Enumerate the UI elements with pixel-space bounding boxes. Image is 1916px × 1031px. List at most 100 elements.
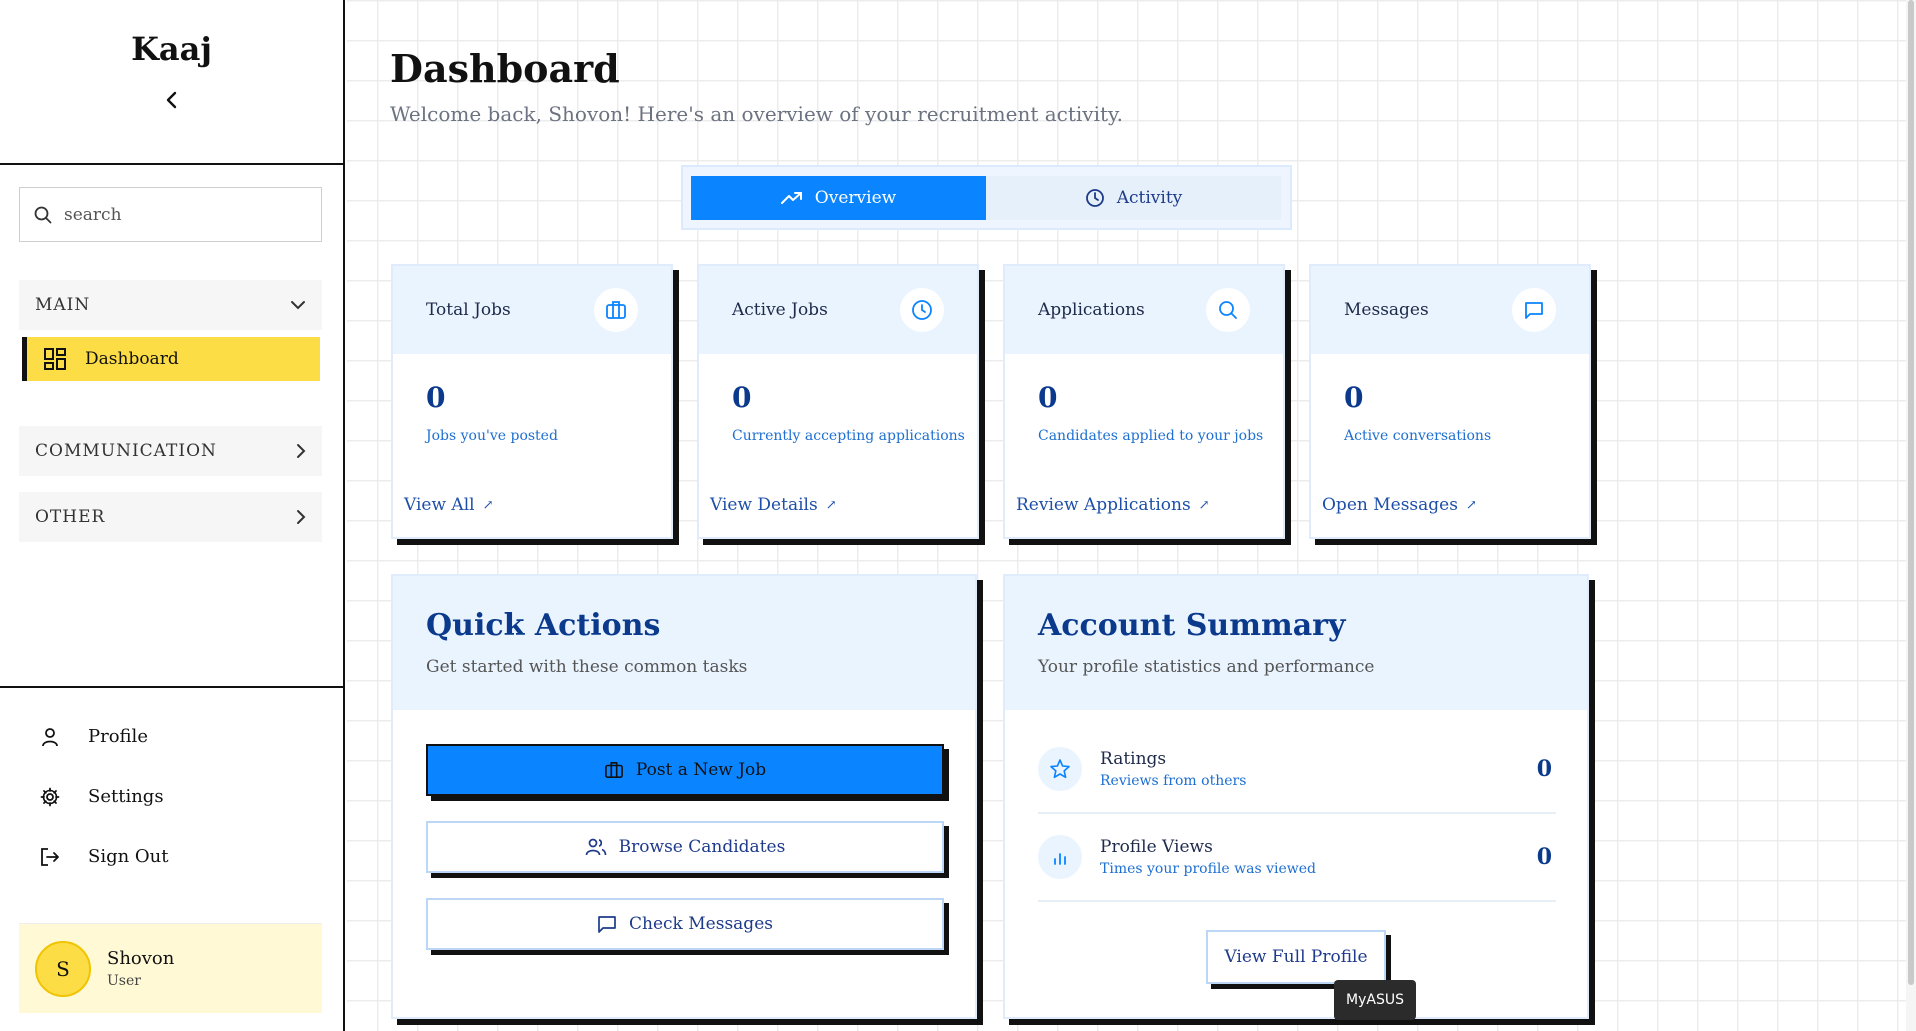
browse-candidates-button[interactable]: Browse Candidates bbox=[426, 821, 944, 873]
arrow-up-right-icon: ↗ bbox=[825, 497, 837, 513]
sidebar-item-sign-out-label: Sign Out bbox=[88, 846, 169, 867]
message-icon bbox=[598, 916, 616, 933]
tab-activity[interactable]: Activity bbox=[986, 176, 1281, 220]
summary-row-description: Reviews from others bbox=[1100, 773, 1247, 789]
stat-link-label: View All bbox=[404, 495, 475, 515]
summary-row-title: Ratings bbox=[1100, 749, 1167, 769]
bar-chart-icon bbox=[1054, 853, 1066, 865]
user-card[interactable]: S Shovon User bbox=[19, 923, 322, 1013]
briefcase-icon bbox=[606, 301, 626, 319]
stat-label: Active Jobs bbox=[732, 300, 828, 320]
system-tooltip: MyASUS bbox=[1334, 980, 1416, 1020]
summary-row-value: 0 bbox=[1536, 756, 1552, 782]
section-main[interactable]: MAIN bbox=[19, 280, 322, 330]
gear-icon bbox=[40, 787, 60, 806]
view-tabs: Overview Activity bbox=[681, 165, 1292, 230]
collapse-sidebar-button[interactable] bbox=[158, 86, 186, 114]
trending-up-icon bbox=[780, 192, 802, 204]
section-communication[interactable]: COMMUNICATION bbox=[19, 426, 322, 476]
chevron-right-icon bbox=[297, 444, 306, 458]
stat-value: 0 bbox=[732, 381, 752, 414]
stat-card-messages: Messages 0 Active conversations Open Mes… bbox=[1309, 264, 1591, 539]
stat-card-applications: Applications 0 Candidates applied to you… bbox=[1003, 264, 1285, 539]
summary-row-profile-views: Profile Views Times your profile was vie… bbox=[1038, 814, 1556, 902]
briefcase-icon bbox=[604, 761, 623, 779]
section-main-label: MAIN bbox=[35, 295, 91, 315]
message-icon bbox=[1525, 302, 1543, 319]
section-other[interactable]: OTHER bbox=[19, 492, 322, 542]
account-summary-title: Account Summary bbox=[1038, 608, 1346, 643]
view-full-profile-button[interactable]: View Full Profile bbox=[1206, 930, 1386, 984]
summary-row-title: Profile Views bbox=[1100, 837, 1213, 857]
summary-row-value: 0 bbox=[1536, 844, 1552, 870]
stat-description: Currently accepting applications bbox=[732, 428, 965, 444]
search-icon bbox=[34, 206, 52, 223]
brand-logo: Kaaj bbox=[131, 30, 212, 68]
sidebar-item-dashboard[interactable]: Dashboard bbox=[22, 337, 320, 381]
account-summary-subtitle: Your profile statistics and performance bbox=[1038, 657, 1375, 677]
quick-actions-panel: Quick Actions Get started with these com… bbox=[391, 574, 977, 1019]
avatar: S bbox=[35, 940, 91, 997]
stat-label: Messages bbox=[1344, 300, 1429, 320]
sidebar-item-profile-label: Profile bbox=[88, 726, 148, 747]
sidebar-item-settings[interactable]: Settings bbox=[40, 786, 164, 807]
sidebar-item-sign-out[interactable]: Sign Out bbox=[40, 846, 169, 867]
user-name: Shovon bbox=[107, 948, 175, 969]
page-title: Dashboard bbox=[390, 46, 620, 91]
stat-value: 0 bbox=[1344, 381, 1364, 414]
section-other-label: OTHER bbox=[35, 507, 106, 527]
stat-label: Total Jobs bbox=[426, 300, 511, 320]
tab-overview[interactable]: Overview bbox=[691, 176, 986, 220]
clock-icon bbox=[1085, 189, 1104, 207]
post-new-job-label: Post a New Job bbox=[635, 760, 767, 780]
open-messages-link[interactable]: Open Messages ↗ bbox=[1322, 495, 1477, 515]
stat-link-label: View Details bbox=[710, 495, 818, 515]
scrollbar-thumb[interactable] bbox=[1908, 0, 1914, 985]
scrollbar[interactable] bbox=[1906, 0, 1916, 1031]
summary-row-ratings: Ratings Reviews from others 0 bbox=[1038, 726, 1556, 814]
user-role: User bbox=[107, 973, 141, 989]
view-details-link[interactable]: View Details ↗ bbox=[710, 495, 837, 515]
stat-description: Candidates applied to your jobs bbox=[1038, 428, 1264, 444]
sidebar-item-dashboard-label: Dashboard bbox=[85, 349, 179, 369]
account-summary-panel: Account Summary Your profile statistics … bbox=[1003, 574, 1589, 1019]
chevron-right-icon bbox=[297, 510, 306, 524]
stat-label: Applications bbox=[1038, 300, 1145, 320]
chevron-down-icon bbox=[291, 301, 305, 310]
search-input[interactable] bbox=[64, 204, 294, 225]
page-subtitle: Welcome back, Shovon! Here's an overview… bbox=[390, 102, 1124, 126]
tab-overview-label: Overview bbox=[814, 188, 897, 208]
stat-value: 0 bbox=[1038, 381, 1058, 414]
users-icon bbox=[585, 838, 607, 856]
main-content: Dashboard Welcome back, Shovon! Here's a… bbox=[347, 0, 1916, 1031]
search-icon bbox=[1219, 301, 1237, 319]
review-applications-link[interactable]: Review Applications ↗ bbox=[1016, 495, 1210, 515]
arrow-up-right-icon: ↗ bbox=[1198, 497, 1210, 513]
search-box[interactable] bbox=[19, 187, 322, 242]
brand-area: Kaaj bbox=[0, 0, 343, 165]
stat-card-total-jobs: Total Jobs 0 Jobs you've posted View All… bbox=[391, 264, 673, 539]
sidebar-divider bbox=[0, 686, 345, 688]
stat-link-label: Open Messages bbox=[1322, 495, 1458, 515]
stat-description: Jobs you've posted bbox=[426, 428, 558, 444]
view-all-link[interactable]: View All ↗ bbox=[404, 495, 494, 515]
summary-row-description: Times your profile was viewed bbox=[1100, 861, 1317, 877]
arrow-up-right-icon: ↗ bbox=[482, 497, 494, 513]
logout-icon bbox=[41, 847, 59, 866]
clock-icon bbox=[912, 300, 932, 320]
sidebar-item-profile[interactable]: Profile bbox=[40, 726, 148, 747]
stat-card-active-jobs: Active Jobs 0 Currently accepting applic… bbox=[697, 264, 979, 539]
sidebar-item-settings-label: Settings bbox=[88, 786, 164, 807]
quick-actions-title: Quick Actions bbox=[426, 608, 661, 643]
post-new-job-button[interactable]: Post a New Job bbox=[426, 744, 944, 796]
sidebar: Kaaj MAIN Dashboard COMMUNICATION OTHER … bbox=[0, 0, 345, 1031]
check-messages-label: Check Messages bbox=[629, 914, 773, 934]
stat-link-label: Review Applications bbox=[1016, 495, 1191, 515]
star-icon bbox=[1050, 759, 1070, 779]
check-messages-button[interactable]: Check Messages bbox=[426, 898, 944, 950]
quick-actions-subtitle: Get started with these common tasks bbox=[426, 657, 748, 677]
section-communication-label: COMMUNICATION bbox=[35, 441, 217, 461]
dashboard-icon bbox=[44, 348, 66, 370]
stat-description: Active conversations bbox=[1344, 428, 1492, 444]
arrow-up-right-icon: ↗ bbox=[1465, 497, 1477, 513]
